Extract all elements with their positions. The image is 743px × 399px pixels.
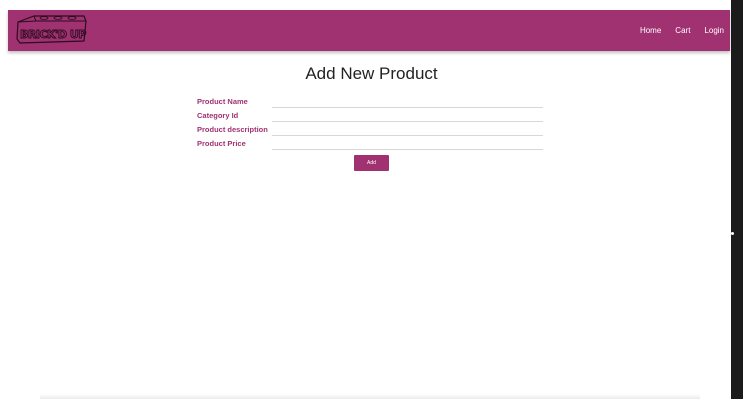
product-name-input[interactable] [272, 99, 543, 108]
nav-home-link[interactable]: Home [640, 26, 661, 35]
add-button[interactable]: Add [354, 155, 389, 171]
product-description-row: Product description [197, 125, 543, 138]
category-id-input[interactable] [272, 113, 543, 122]
product-price-label: Product Price [197, 139, 246, 148]
page: BRICK'D UP Home Cart Login Add New Produ… [0, 0, 743, 399]
category-id-row: Category Id [197, 111, 543, 124]
edge-dot [731, 232, 734, 235]
page-title: Add New Product [305, 64, 438, 83]
bottom-shadow [40, 394, 700, 399]
product-description-input[interactable] [272, 127, 543, 136]
nav-login-link[interactable]: Login [704, 26, 724, 35]
nav-links: Home Cart Login [640, 10, 724, 51]
product-name-label: Product Name [197, 97, 248, 106]
product-name-row: Product Name [197, 97, 543, 110]
product-price-row: Product Price [197, 139, 543, 152]
brand-logo[interactable]: BRICK'D UP [14, 13, 90, 46]
window-edge [731, 0, 743, 399]
nav-cart-link[interactable]: Cart [675, 26, 690, 35]
svg-text:BRICK'D UP: BRICK'D UP [20, 28, 86, 41]
brick-logo-icon: BRICK'D UP [16, 15, 87, 44]
navbar: BRICK'D UP Home Cart Login [8, 10, 730, 51]
category-id-label: Category Id [197, 111, 239, 120]
product-price-input[interactable] [272, 141, 543, 150]
product-description-label: Product description [197, 125, 268, 134]
top-strip [0, 0, 743, 10]
